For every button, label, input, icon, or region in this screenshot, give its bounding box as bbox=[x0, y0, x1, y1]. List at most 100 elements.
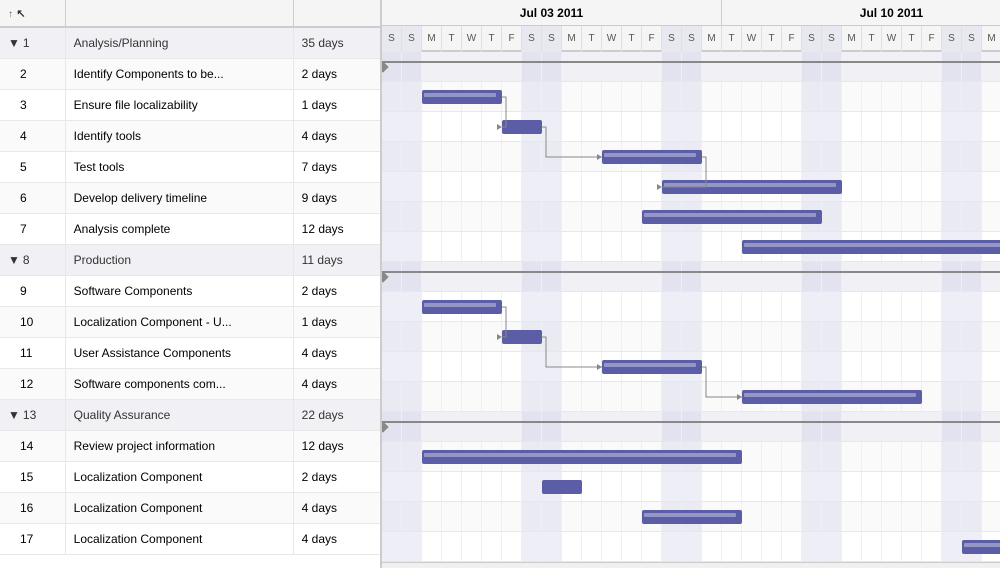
day-cell: T bbox=[622, 26, 642, 52]
task-id-cell: 3 bbox=[0, 90, 65, 121]
duration-cell: 4 days bbox=[293, 338, 380, 369]
duration-cell: 11 days bbox=[293, 245, 380, 276]
duration-cell: 4 days bbox=[293, 493, 380, 524]
task-id-cell: 15 bbox=[0, 462, 65, 493]
gantt-header: Jul 03 2011Jul 10 2011Jul 17 2011Jul SSM… bbox=[382, 0, 1000, 52]
task-name-cell: Analysis/Planning bbox=[65, 27, 293, 59]
day-cell: M bbox=[562, 26, 582, 52]
task-name-cell: Localization Component bbox=[65, 462, 293, 493]
task-id-cell: ▼8 bbox=[0, 245, 65, 276]
expand-icon[interactable]: ▼ bbox=[8, 408, 20, 422]
task-name-cell: Software components com... bbox=[65, 369, 293, 400]
day-cell: F bbox=[922, 26, 942, 52]
task-id-cell: 10 bbox=[0, 307, 65, 338]
gantt-row bbox=[382, 292, 1000, 322]
gantt-row bbox=[382, 502, 1000, 532]
day-cell: T bbox=[442, 26, 462, 52]
day-cell: T bbox=[902, 26, 922, 52]
month-cell: Jul 10 2011 bbox=[722, 0, 1000, 25]
month-cell: Jul 03 2011 bbox=[382, 0, 722, 25]
duration-cell: 2 days bbox=[293, 59, 380, 90]
gantt-row bbox=[382, 82, 1000, 112]
duration-header[interactable] bbox=[293, 0, 380, 27]
duration-cell: 4 days bbox=[293, 524, 380, 555]
gantt-row bbox=[382, 172, 1000, 202]
task-id-cell: ▼1 bbox=[0, 27, 65, 59]
day-cell: S bbox=[942, 26, 962, 52]
gantt-area[interactable]: Jul 03 2011Jul 10 2011Jul 17 2011Jul SSM… bbox=[382, 0, 1000, 568]
day-cell: F bbox=[502, 26, 522, 52]
expand-icon[interactable]: ▼ bbox=[8, 36, 20, 50]
gantt-row bbox=[382, 442, 1000, 472]
task-name-cell: Identify tools bbox=[65, 121, 293, 152]
duration-cell: 35 days bbox=[293, 27, 380, 59]
day-cell: S bbox=[382, 26, 402, 52]
task-name-cell: Test tools bbox=[65, 152, 293, 183]
task-id-cell: 11 bbox=[0, 338, 65, 369]
task-id-cell: 17 bbox=[0, 524, 65, 555]
gantt-row bbox=[382, 52, 1000, 82]
task-id-cell: ▼13 bbox=[0, 400, 65, 431]
duration-cell: 2 days bbox=[293, 462, 380, 493]
day-cell: M bbox=[842, 26, 862, 52]
task-name-cell: Identify Components to be... bbox=[65, 59, 293, 90]
gantt-row bbox=[382, 532, 1000, 562]
duration-cell: 9 days bbox=[293, 183, 380, 214]
task-name-cell: Production bbox=[65, 245, 293, 276]
day-cell: S bbox=[962, 26, 982, 52]
task-name-cell: Localization Component - U... bbox=[65, 307, 293, 338]
task-id-cell: 7 bbox=[0, 214, 65, 245]
duration-cell: 1 days bbox=[293, 90, 380, 121]
day-cell: T bbox=[862, 26, 882, 52]
task-name-cell: Quality Assurance bbox=[65, 400, 293, 431]
task-id-cell: 14 bbox=[0, 431, 65, 462]
task-id-cell: 9 bbox=[0, 276, 65, 307]
duration-cell: 4 days bbox=[293, 121, 380, 152]
gantt-row: Localizer bbox=[382, 262, 1000, 292]
task-id-cell: 16 bbox=[0, 493, 65, 524]
cursor-icon: ↖ bbox=[16, 8, 25, 20]
day-cell: S bbox=[522, 26, 542, 52]
task-id-cell: 12 bbox=[0, 369, 65, 400]
day-cell: T bbox=[762, 26, 782, 52]
day-cell: M bbox=[422, 26, 442, 52]
day-cell: T bbox=[482, 26, 502, 52]
day-cell: S bbox=[542, 26, 562, 52]
day-cell: W bbox=[602, 26, 622, 52]
day-cell: S bbox=[402, 26, 422, 52]
day-cell: S bbox=[802, 26, 822, 52]
gantt-row bbox=[382, 202, 1000, 232]
gantt-row bbox=[382, 322, 1000, 352]
gantt-row bbox=[382, 142, 1000, 172]
duration-cell: 1 days bbox=[293, 307, 380, 338]
gantt-row bbox=[382, 232, 1000, 262]
task-id-cell: 6 bbox=[0, 183, 65, 214]
task-id-header[interactable]: ↑ ↖ bbox=[0, 0, 65, 27]
gantt-row bbox=[382, 112, 1000, 142]
task-id-cell: 2 bbox=[0, 59, 65, 90]
day-cell: T bbox=[582, 26, 602, 52]
duration-cell: 2 days bbox=[293, 276, 380, 307]
day-cell: M bbox=[982, 26, 1000, 52]
day-cell: S bbox=[822, 26, 842, 52]
day-cell: W bbox=[882, 26, 902, 52]
duration-cell: 7 days bbox=[293, 152, 380, 183]
scrollbar[interactable] bbox=[382, 562, 1000, 568]
day-cell: W bbox=[462, 26, 482, 52]
gantt-row bbox=[382, 352, 1000, 382]
gantt-row bbox=[382, 472, 1000, 502]
task-name-cell: Ensure file localizability bbox=[65, 90, 293, 121]
task-id-cell: 5 bbox=[0, 152, 65, 183]
sort-icon[interactable]: ↑ bbox=[8, 9, 13, 20]
gantt-row: Technical Reviewer bbox=[382, 412, 1000, 442]
day-cell: S bbox=[682, 26, 702, 52]
task-name-cell: Develop delivery timeline bbox=[65, 183, 293, 214]
task-name-header[interactable] bbox=[65, 0, 293, 27]
expand-icon[interactable]: ▼ bbox=[8, 253, 20, 267]
task-name-cell: Localization Component bbox=[65, 524, 293, 555]
duration-cell: 4 days bbox=[293, 369, 380, 400]
task-name-cell: Software Components bbox=[65, 276, 293, 307]
day-cell: S bbox=[662, 26, 682, 52]
task-name-cell: Analysis complete bbox=[65, 214, 293, 245]
task-table: ↑ ↖ ▼1Analysis/Planning35 days 2Identify … bbox=[0, 0, 382, 568]
